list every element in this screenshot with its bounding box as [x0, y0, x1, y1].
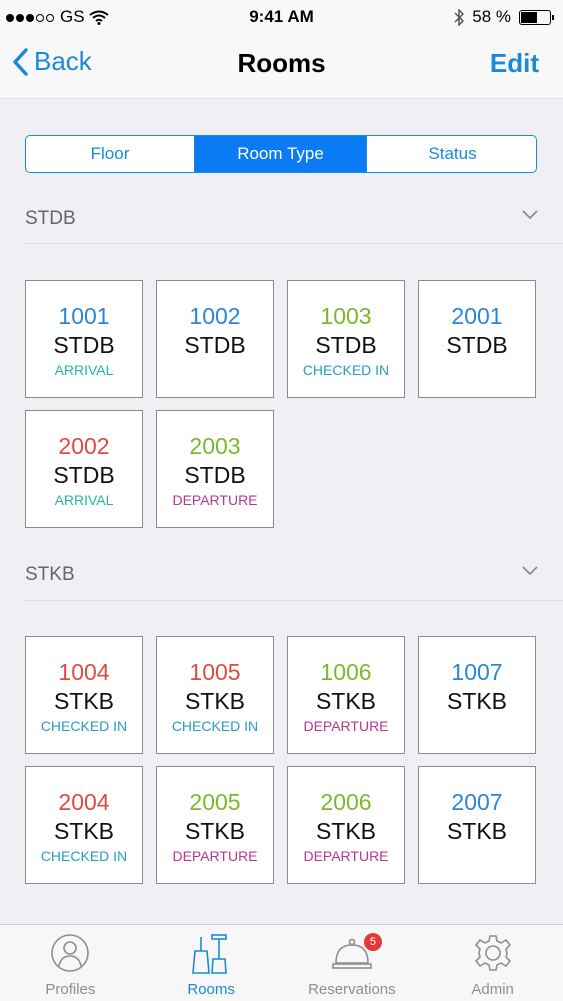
tab-rooms[interactable]: Rooms	[141, 925, 282, 1001]
segmented-control: Floor Room Type Status	[25, 135, 537, 173]
navigation-bar: Back Rooms Edit	[0, 40, 563, 88]
tab-label: Profiles	[45, 981, 96, 998]
room-type: STKB	[446, 688, 508, 714]
room-number: 2002	[58, 433, 110, 459]
tab-label: Reservations	[308, 981, 396, 998]
segment-status[interactable]: Status	[367, 136, 536, 172]
room-number: 1006	[320, 659, 372, 685]
room-tile-2004[interactable]: 2004 STKB CHECKED IN	[25, 766, 143, 884]
bluetooth-icon	[454, 8, 465, 26]
tab-reservations[interactable]: 5 Reservations	[282, 925, 423, 1001]
section-title: STKB	[25, 564, 75, 585]
room-number: 2004	[58, 789, 110, 815]
chevron-down-icon	[522, 566, 538, 576]
room-status: ARRIVAL	[54, 362, 114, 378]
room-number: 2001	[451, 303, 503, 329]
room-status: CHECKED IN	[302, 362, 390, 378]
section-title: STDB	[25, 208, 76, 229]
room-status: DEPARTURE	[172, 848, 258, 864]
tab-bar: Profiles Rooms 5 Reservations Admin	[0, 924, 563, 1001]
room-type: STDB	[446, 332, 508, 358]
segment-room-type[interactable]: Room Type	[195, 136, 367, 172]
room-tile-2006[interactable]: 2006 STKB DEPARTURE	[287, 766, 405, 884]
battery-percent: 58 %	[472, 7, 511, 26]
room-number: 1007	[451, 659, 503, 685]
room-tile-2002[interactable]: 2002 STDB ARRIVAL	[25, 410, 143, 528]
room-number: 2006	[320, 789, 372, 815]
room-type: STDB	[53, 332, 115, 358]
room-number: 2007	[451, 789, 503, 815]
room-status: CHECKED IN	[40, 718, 128, 734]
room-tile-2001[interactable]: 2001 STDB	[418, 280, 536, 398]
room-type: STDB	[184, 462, 246, 488]
room-number: 2005	[189, 789, 241, 815]
room-type: STKB	[53, 688, 115, 714]
gear-icon	[474, 935, 511, 971]
section-divider	[25, 243, 563, 244]
room-tile-1003[interactable]: 1003 STDB CHECKED IN	[287, 280, 405, 398]
room-number: 1002	[189, 303, 241, 329]
room-tile-1006[interactable]: 1006 STKB DEPARTURE	[287, 636, 405, 754]
tab-label: Rooms	[187, 981, 235, 998]
room-number: 1004	[58, 659, 110, 685]
room-tile-2005[interactable]: 2005 STKB DEPARTURE	[156, 766, 274, 884]
room-status: DEPARTURE	[303, 718, 389, 734]
status-bar: GS 9:41 AM 58 %	[0, 0, 563, 32]
room-type: STKB	[315, 688, 377, 714]
room-type: STKB	[184, 688, 246, 714]
tab-admin[interactable]: Admin	[422, 925, 563, 1001]
notification-badge: 5	[363, 933, 382, 951]
page-title: Rooms	[237, 48, 326, 78]
room-status: DEPARTURE	[303, 848, 389, 864]
room-tile-1007[interactable]: 1007 STKB	[418, 636, 536, 754]
room-status: CHECKED IN	[40, 848, 128, 864]
section-divider	[25, 600, 563, 601]
room-number: 1005	[189, 659, 241, 685]
room-tile-1002[interactable]: 1002 STDB	[156, 280, 274, 398]
room-status: ARRIVAL	[54, 492, 114, 508]
room-type: STKB	[184, 818, 246, 844]
room-type: STDB	[184, 332, 246, 358]
section-header-stdb[interactable]: STDB	[25, 200, 543, 240]
room-type: STKB	[446, 818, 508, 844]
section-header-stkb[interactable]: STKB	[25, 556, 543, 596]
tab-profiles[interactable]: Profiles	[0, 925, 141, 1001]
chevron-down-icon	[522, 210, 538, 220]
room-type: STDB	[53, 462, 115, 488]
edit-button[interactable]: Edit	[490, 48, 539, 79]
room-type: STKB	[53, 818, 115, 844]
tab-label: Admin	[471, 981, 514, 998]
top-bar: GS 9:41 AM 58 % Back Rooms Edit	[0, 0, 563, 99]
room-number: 1003	[320, 303, 372, 329]
person-icon	[51, 934, 90, 972]
room-status: DEPARTURE	[172, 492, 258, 508]
room-number: 2003	[189, 433, 241, 459]
room-tile-2003[interactable]: 2003 STDB DEPARTURE	[156, 410, 274, 528]
cleaning-icon	[192, 934, 227, 974]
room-tile-2007[interactable]: 2007 STKB	[418, 766, 536, 884]
room-type: STKB	[315, 818, 377, 844]
room-type: STDB	[315, 332, 377, 358]
room-tile-1004[interactable]: 1004 STKB CHECKED IN	[25, 636, 143, 754]
room-tile-1005[interactable]: 1005 STKB CHECKED IN	[156, 636, 274, 754]
room-number: 1001	[58, 303, 110, 329]
segment-floor[interactable]: Floor	[26, 136, 195, 172]
room-status: CHECKED IN	[171, 718, 259, 734]
battery-icon	[519, 9, 554, 25]
room-tile-1001[interactable]: 1001 STDB ARRIVAL	[25, 280, 143, 398]
